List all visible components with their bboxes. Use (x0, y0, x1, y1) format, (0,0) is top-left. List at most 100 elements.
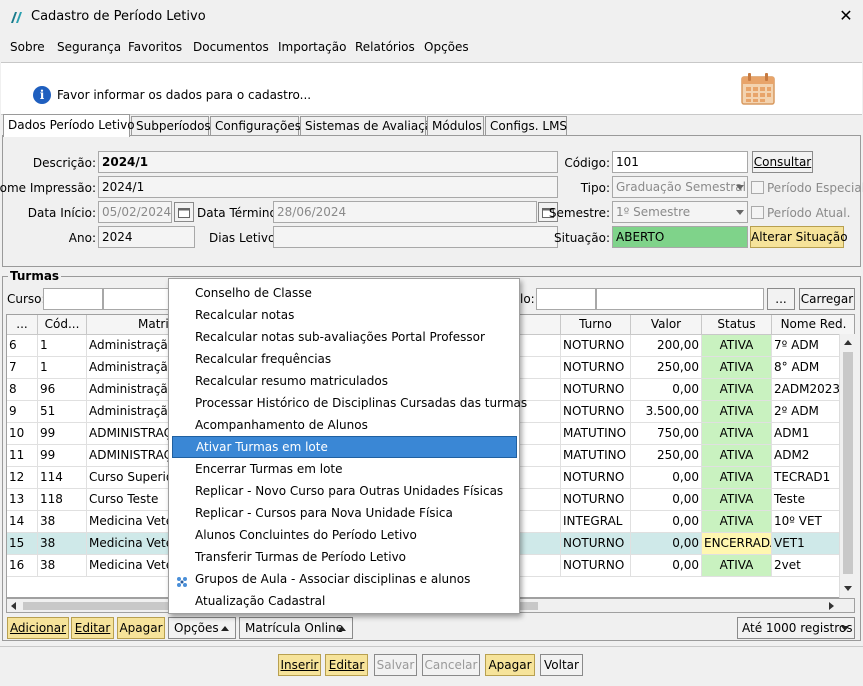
context-menu-item-label: Acompanhamento de Alunos (195, 418, 368, 432)
context-menu-item[interactable]: Alunos Concluintes do Período Letivo (172, 524, 517, 546)
context-menu-item[interactable]: Conselho de Classe (172, 282, 517, 304)
curso-label: Curso: (7, 292, 46, 306)
column-header[interactable]: ... (7, 315, 38, 335)
semestre-select[interactable]: 1º Semestre (612, 201, 748, 223)
inserir-button[interactable]: Inserir (278, 654, 321, 676)
close-icon[interactable]: ✕ (836, 6, 856, 26)
context-menu-item[interactable]: Ativar Turmas em lote (172, 436, 517, 458)
matricula-online-button[interactable]: Matrícula Online (239, 617, 353, 639)
table-cell: 750,00 (631, 423, 702, 445)
column-header[interactable]: Cód... (38, 315, 87, 335)
context-menu-item[interactable]: Recalcular notas sub-avaliações Portal P… (172, 326, 517, 348)
carregar-button[interactable]: Carregar (799, 288, 855, 310)
chevron-up-icon (338, 626, 346, 631)
table-cell: 99 (38, 423, 87, 445)
data-inicio-field[interactable]: 05/02/2024 (98, 201, 172, 223)
context-menu-item[interactable]: Grupos de Aula - Associar disciplinas e … (172, 568, 517, 590)
column-header[interactable]: Valor (631, 315, 702, 335)
context-menu-item[interactable]: Replicar - Novo Curso para Outras Unidad… (172, 480, 517, 502)
tab-sistemas-avaliacao[interactable]: Sistemas de Avaliação (300, 116, 440, 136)
table-cell: 0,00 (631, 489, 702, 511)
tab-configs-lms[interactable]: Configs. LMS (485, 116, 567, 136)
table-cell: ATIVA (702, 467, 772, 489)
tab-modulos[interactable]: Módulos (427, 116, 484, 136)
table-cell: 0,00 (631, 533, 702, 555)
vertical-scrollbar[interactable] (839, 334, 855, 598)
dias-letivos-field[interactable] (273, 226, 558, 248)
table-cell: 38 (38, 555, 87, 577)
codigo-field[interactable]: 101 (612, 151, 748, 173)
chevron-down-icon (736, 185, 744, 190)
consultar-button[interactable]: Consultar (752, 151, 813, 173)
nome-impressao-field[interactable]: 2024/1 (98, 176, 558, 198)
column-header[interactable]: Nome Red. (772, 315, 854, 335)
salvar-button[interactable]: Salvar (374, 654, 417, 676)
apagar-grid-button[interactable]: Apagar (117, 617, 165, 639)
app-logo-icon (11, 12, 22, 23)
menu-favoritos[interactable]: Favoritos (128, 40, 182, 54)
context-menu: Conselho de Classe Recalcular notas Recalc… (168, 278, 527, 614)
scroll-up-icon[interactable] (844, 340, 852, 345)
editar-button[interactable]: Editar (325, 654, 368, 676)
menu-seguranca[interactable]: Segurança (57, 40, 121, 54)
context-menu-item[interactable]: Recalcular resumo matriculados (172, 370, 517, 392)
table-cell: 14 (7, 511, 38, 533)
periodo-atual-checkbox[interactable] (751, 206, 764, 219)
periodo-code-field[interactable] (536, 288, 596, 310)
table-cell: 10 (7, 423, 38, 445)
context-menu-item[interactable]: Transferir Turmas de Período Letivo (172, 546, 517, 568)
table-cell: 114 (38, 467, 87, 489)
scroll-right-icon[interactable] (829, 602, 834, 610)
periodo-especial-checkbox[interactable] (751, 181, 764, 194)
tab-dados-periodo-letivo[interactable]: Dados Período Letivo (3, 114, 135, 137)
menu-documentos[interactable]: Documentos (193, 40, 269, 54)
editar-grid-button[interactable]: Editar (71, 617, 114, 639)
tab-subperiodos[interactable]: Subperíodos (131, 116, 211, 136)
context-menu-item-label: Conselho de Classe (195, 286, 312, 300)
table-cell: 15 (7, 533, 38, 555)
scroll-left-icon[interactable] (11, 602, 16, 610)
context-menu-item[interactable]: Atualização Cadastral (172, 590, 517, 612)
opcoes-dropdown-button[interactable]: Opções (168, 617, 236, 639)
column-header[interactable]: Turno (561, 315, 631, 335)
adicionar-button[interactable]: Adicionar (7, 617, 69, 639)
descricao-label: Descrição: (32, 156, 96, 170)
ano-field[interactable]: 2024 (98, 226, 195, 248)
context-menu-item[interactable]: Acompanhamento de Alunos (172, 414, 517, 436)
periodo-name-field[interactable] (596, 288, 764, 310)
table-cell: ENCERRADA (702, 533, 772, 555)
column-header[interactable]: Status (702, 315, 772, 335)
curso-code-field[interactable] (43, 288, 103, 310)
context-menu-item-label: Recalcular resumo matriculados (195, 374, 388, 388)
context-menu-item[interactable]: Replicar - Cursos para Nova Unidade Físi… (172, 502, 517, 524)
menu-sobre[interactable]: Sobre (10, 40, 45, 54)
alterar-situacao-button[interactable]: Alterar Situação (750, 226, 848, 248)
voltar-button[interactable]: Voltar (540, 654, 583, 676)
info-message: Favor informar os dados para o cadastro.… (57, 88, 312, 102)
table-cell: 0,00 (631, 511, 702, 533)
context-menu-item[interactable]: Encerrar Turmas em lote (172, 458, 517, 480)
calendar-picker-icon[interactable] (174, 202, 194, 222)
scroll-down-icon[interactable] (844, 586, 852, 591)
table-cell: MATUTINO (561, 445, 631, 467)
scroll-thumb[interactable] (843, 352, 853, 574)
menu-relatorios[interactable]: Relatórios (355, 40, 415, 54)
context-menu-item[interactable]: Processar Histórico de Disciplinas Cursa… (172, 392, 527, 414)
menu-opcoes[interactable]: Opções (424, 40, 469, 54)
tipo-select[interactable]: Graduação Semestral (612, 176, 748, 198)
apagar-button[interactable]: Apagar (485, 654, 535, 676)
table-cell: 0,00 (631, 555, 702, 577)
menu-importacao[interactable]: Importação (278, 40, 346, 54)
cancelar-button[interactable]: Cancelar (422, 654, 480, 676)
table-cell: ATIVA (702, 401, 772, 423)
table-cell: ATIVA (702, 357, 772, 379)
data-termino-field[interactable]: 28/06/2024 (273, 201, 537, 223)
descricao-field[interactable]: 2024/1 (98, 151, 558, 173)
curso-name-field[interactable] (103, 288, 173, 310)
tab-configuracoes[interactable]: Configurações (210, 116, 301, 136)
table-cell: 0,00 (631, 467, 702, 489)
registros-select[interactable]: Até 1000 registros (737, 617, 855, 639)
context-menu-item[interactable]: Recalcular frequências (172, 348, 517, 370)
context-menu-item[interactable]: Recalcular notas (172, 304, 517, 326)
lookup-button[interactable]: ... (767, 288, 795, 310)
